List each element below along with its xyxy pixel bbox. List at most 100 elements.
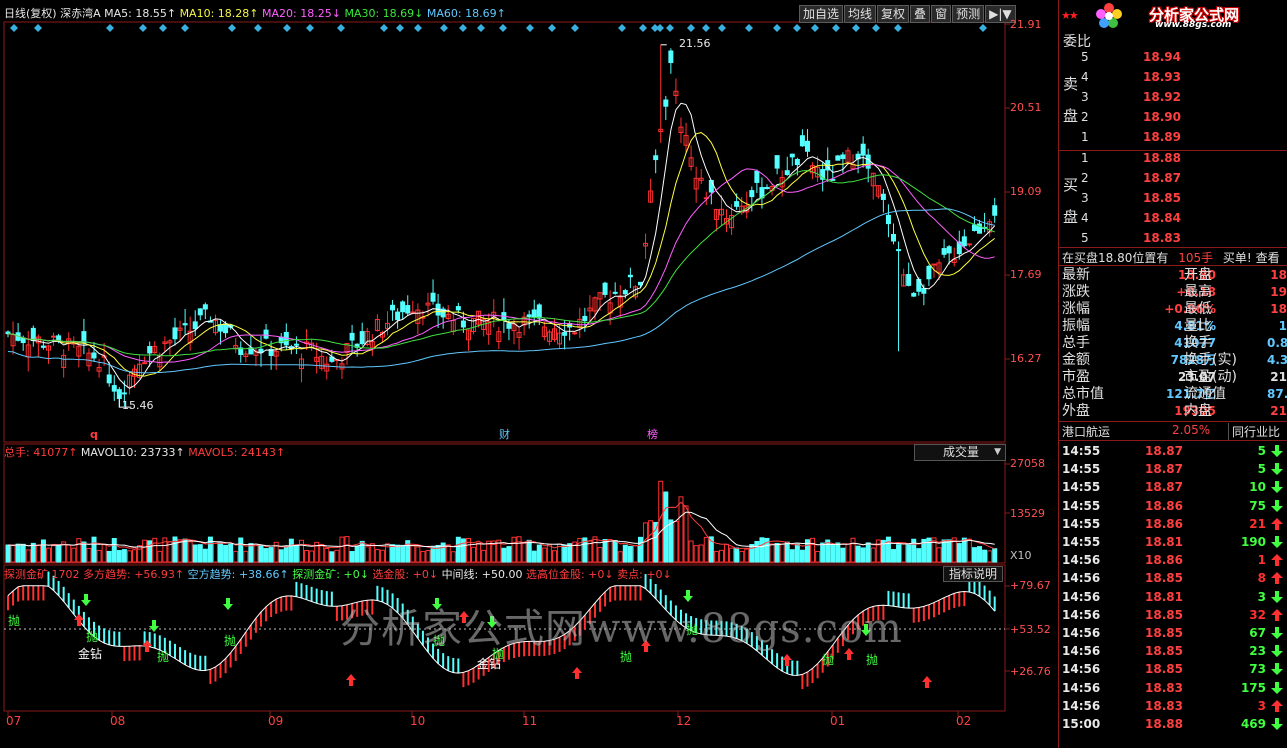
buy-order-row[interactable]: 2 18.87 (1079, 171, 1287, 191)
event-mark-rank[interactable]: 榜 (647, 428, 658, 442)
volume-bar (724, 543, 730, 563)
signal-diamond (548, 24, 556, 32)
window-button[interactable]: 窗 (931, 5, 952, 23)
overlay-button[interactable]: 叠 (910, 5, 931, 23)
volume-bar (794, 543, 800, 563)
candle-body (142, 362, 148, 365)
time-tick: 02 (956, 714, 972, 728)
volume-bar (359, 540, 365, 563)
period-label[interactable]: 日线(复权) (4, 7, 57, 20)
tick-price: 18.87 (1145, 462, 1183, 477)
buy-order-row[interactable]: 1 18.88 (1079, 151, 1287, 171)
buy-arrow-up-icon (346, 674, 356, 686)
candle-body (794, 158, 800, 166)
quote-value: 21 (1270, 370, 1287, 384)
buy-arrow-up-icon (572, 667, 582, 679)
candle-body (531, 309, 537, 318)
order-price: 18.83 (1143, 231, 1181, 245)
volume-bar (152, 537, 158, 563)
signal-diamond (414, 24, 422, 32)
volume-bar (956, 543, 962, 563)
volume-bar (845, 543, 851, 563)
time-tick: 10 (410, 714, 426, 728)
volume-bar (45, 547, 51, 563)
volume-bar (511, 536, 517, 563)
volume-bar (987, 550, 993, 563)
volume-bar (850, 537, 856, 563)
tick-price: 18.83 (1145, 698, 1183, 713)
tick-time: 14:55 (1062, 498, 1101, 513)
sell-order-row[interactable]: 2 18.90 (1079, 110, 1287, 130)
volume-bar (865, 542, 871, 563)
sell-signal-label: 抛 (157, 649, 169, 664)
candle-body (653, 155, 659, 161)
signal-diamond (477, 24, 485, 32)
volume-bar (121, 549, 127, 563)
volume-bar (349, 551, 355, 563)
signal-diamond (139, 24, 147, 32)
volume-bar (971, 547, 977, 563)
volume-bar (91, 536, 97, 563)
time-tick: 12 (676, 714, 692, 728)
adjust-button[interactable]: 复权 (877, 5, 910, 23)
chart-area[interactable]: 抛抛抛抛抛抛抛抛抛抛金钻 金钻 日线(复权) 深赤湾A MA5: 18.55↑ M… (0, 0, 1058, 748)
volume-bar (238, 537, 244, 563)
volume-bar (40, 539, 46, 563)
sell-side-label-2: 盘 (1063, 107, 1079, 125)
volume-bar (445, 544, 451, 563)
volume-bar (319, 543, 325, 563)
high-price-mark: 21.56 (679, 37, 711, 50)
sell-order-row[interactable]: 3 18.92 (1079, 90, 1287, 110)
volume-bar (420, 551, 426, 563)
tick-row: 14:56 18.85 32 (1059, 606, 1287, 624)
order-position-text: 在买盘18.80位置有 (1062, 251, 1169, 265)
event-mark-q[interactable]: q (90, 428, 98, 442)
gold-signal-label: 金钻 (477, 656, 501, 671)
tick-time: 14:56 (1062, 644, 1101, 659)
indicator-select[interactable]: 成交量 ▼ (914, 444, 1006, 461)
buy-list-link[interactable]: 买单! (1223, 251, 1252, 265)
buy-order-row[interactable]: 3 18.85 (1079, 191, 1287, 211)
indicator-help-button[interactable]: 指标说明 (943, 566, 1003, 582)
volume-bar (137, 545, 143, 563)
sell-order-row[interactable]: 1 18.89 (1079, 130, 1287, 150)
candle-body (612, 291, 618, 294)
industry-compare-button[interactable]: 同行业比 (1228, 423, 1280, 440)
quote-value: 21 (1270, 404, 1287, 418)
indicator-select-value: 成交量 (943, 445, 980, 459)
tick-volume: 469 (1240, 717, 1266, 731)
volume-bar (283, 546, 289, 563)
candle-body (91, 352, 97, 359)
volume-bar (228, 543, 234, 563)
tick-price: 18.88 (1145, 717, 1183, 731)
order-level: 2 (1081, 171, 1089, 185)
ma-button[interactable]: 均线 (844, 5, 877, 23)
order-level: 1 (1081, 130, 1089, 144)
buy-order-row[interactable]: 5 18.83 (1079, 231, 1287, 251)
signal-diamond (440, 24, 448, 32)
view-link[interactable]: 查看 (1256, 251, 1280, 265)
buy-order-row[interactable]: 4 18.84 (1079, 211, 1287, 231)
gold-signal-label: 金钻 (78, 646, 102, 661)
forecast-button[interactable]: 预测 (952, 5, 985, 23)
volume-bar (521, 542, 527, 563)
volume-bar (187, 541, 193, 563)
sell-order-row[interactable]: 4 18.93 (1079, 70, 1287, 90)
signal-diamond (159, 24, 167, 32)
arrow-down-icon (1271, 590, 1283, 603)
candle-body (622, 290, 628, 295)
candle-body (430, 292, 436, 302)
volume-bar (622, 544, 628, 563)
signal-diamond (979, 24, 987, 32)
quote-label: 内盘 (1184, 403, 1212, 419)
signal-diamond (618, 24, 626, 32)
volume-bar (901, 542, 907, 563)
candle-body (668, 50, 674, 63)
sector-name[interactable]: 港口航运 (1062, 423, 1110, 440)
arrow-down-icon (1271, 445, 1283, 457)
watermark: 分析家公式网www.88gs.com (340, 606, 903, 652)
event-mark-finance[interactable]: 财 (499, 428, 510, 442)
gold-probe-value: 探测金矿: +0↓ (292, 568, 369, 581)
add-favorite-button[interactable]: 加自选 (799, 5, 844, 23)
sell-order-row[interactable]: 5 18.94 (1079, 50, 1287, 70)
